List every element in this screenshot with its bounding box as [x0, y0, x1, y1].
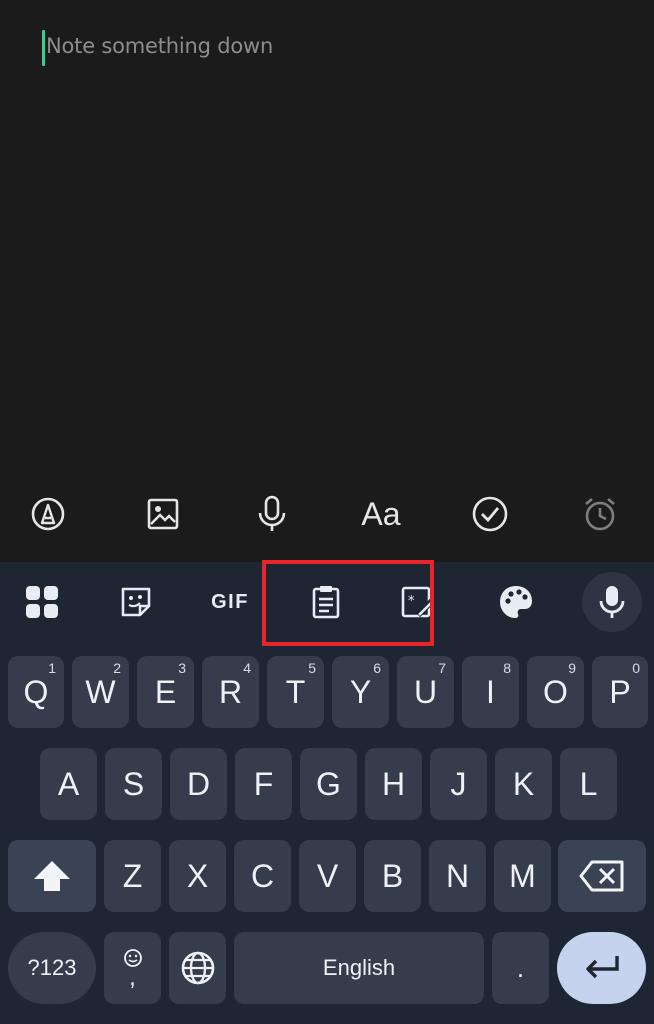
gif-label: GIF: [211, 590, 249, 613]
language-key[interactable]: [169, 932, 226, 1004]
key-i[interactable]: I8: [462, 656, 519, 728]
gif-icon[interactable]: GIF: [202, 574, 258, 630]
note-toolbar: Aa: [0, 470, 654, 562]
sticker-icon[interactable]: [108, 574, 164, 630]
highlight-box: [262, 560, 434, 646]
key-x[interactable]: X: [169, 840, 226, 912]
enter-key[interactable]: [557, 932, 646, 1004]
key-j[interactable]: J: [430, 748, 487, 820]
key-h[interactable]: H: [365, 748, 422, 820]
key-d[interactable]: D: [170, 748, 227, 820]
text-format-icon[interactable]: Aa: [353, 486, 409, 542]
palette-icon[interactable]: [488, 574, 544, 630]
text-caret: [42, 30, 45, 66]
globe-icon: [181, 951, 214, 985]
keyboard-mic-button[interactable]: [582, 572, 642, 632]
key-v[interactable]: V: [299, 840, 356, 912]
apps-grid-icon[interactable]: [14, 574, 70, 630]
key-f[interactable]: F: [235, 748, 292, 820]
backspace-key[interactable]: [558, 840, 646, 912]
key-r[interactable]: R4: [202, 656, 259, 728]
key-s[interactable]: S: [105, 748, 162, 820]
symbols-key[interactable]: ?123: [8, 932, 96, 1004]
key-b[interactable]: B: [364, 840, 421, 912]
keyboard-toolbar: GIF *: [0, 560, 654, 646]
key-q[interactable]: Q1: [8, 656, 64, 728]
key-l[interactable]: L: [560, 748, 617, 820]
key-a[interactable]: A: [40, 748, 97, 820]
key-o[interactable]: O9: [527, 656, 584, 728]
alarm-icon[interactable]: [572, 486, 628, 542]
key-y[interactable]: Y6: [332, 656, 389, 728]
shift-arrow-icon: [34, 861, 70, 891]
key-w[interactable]: W2: [72, 656, 129, 728]
microphone-icon[interactable]: [244, 486, 300, 542]
key-g[interactable]: G: [300, 748, 357, 820]
text-format-label: Aa: [361, 495, 401, 532]
key-z[interactable]: Z: [104, 840, 161, 912]
key-m[interactable]: M: [494, 840, 551, 912]
note-placeholder: Note something down: [46, 34, 274, 58]
enter-arrow-icon: [585, 956, 619, 979]
note-editor[interactable]: Note something down: [0, 0, 654, 470]
image-icon[interactable]: [135, 486, 191, 542]
key-k[interactable]: K: [495, 748, 552, 820]
period-key[interactable]: .: [492, 932, 549, 1004]
emoji-comma-key[interactable]: ,: [104, 932, 161, 1004]
key-e[interactable]: E3: [137, 656, 194, 728]
key-c[interactable]: C: [234, 840, 291, 912]
key-p[interactable]: P0: [592, 656, 648, 728]
key-t[interactable]: T5: [267, 656, 324, 728]
pen-icon[interactable]: [20, 486, 76, 542]
backspace-icon: [579, 860, 624, 892]
key-n[interactable]: N: [429, 840, 486, 912]
checkbox-icon[interactable]: [462, 486, 518, 542]
shift-key[interactable]: [8, 840, 96, 912]
key-u[interactable]: U7: [397, 656, 454, 728]
space-bar[interactable]: English: [234, 932, 484, 1004]
microphone-icon: [599, 586, 625, 618]
keyboard: GIF * Q1 W2 E3 R4 T5 Y6 U7 I8 O9 P0 A S …: [0, 560, 654, 1024]
